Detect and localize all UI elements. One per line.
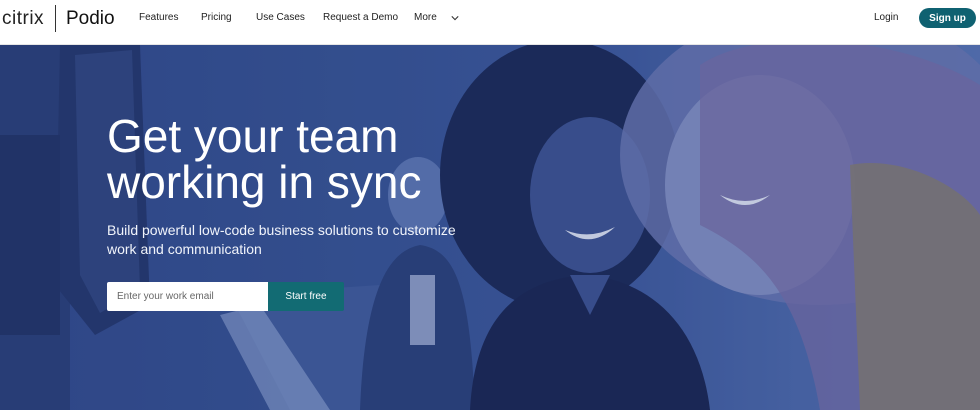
nav-more-label: More — [414, 12, 437, 23]
nav-more[interactable]: More — [414, 12, 459, 23]
signup-button[interactable]: Sign up — [919, 8, 976, 28]
hero-subheadline: Build powerful low-code business solutio… — [107, 222, 456, 257]
logo-divider — [55, 5, 56, 32]
nav-pricing[interactable]: Pricing — [201, 12, 232, 23]
work-email-input[interactable] — [107, 282, 269, 311]
chevron-down-icon — [451, 15, 459, 20]
login-link[interactable]: Login — [874, 12, 898, 23]
nav-request-demo[interactable]: Request a Demo — [323, 12, 398, 23]
podio-logo[interactable]: Podio — [66, 8, 115, 30]
hero-headline: Get your team working in sync — [107, 110, 422, 208]
hero-section: Get your team working in sync Build powe… — [0, 45, 980, 410]
citrix-logo[interactable]: citrix — [2, 8, 44, 30]
nav-features[interactable]: Features — [139, 12, 178, 23]
start-free-button[interactable]: Start free — [268, 282, 344, 311]
nav-use-cases[interactable]: Use Cases — [256, 12, 305, 23]
top-navigation-bar: citrix Podio Features Pricing Use Cases … — [0, 0, 980, 45]
